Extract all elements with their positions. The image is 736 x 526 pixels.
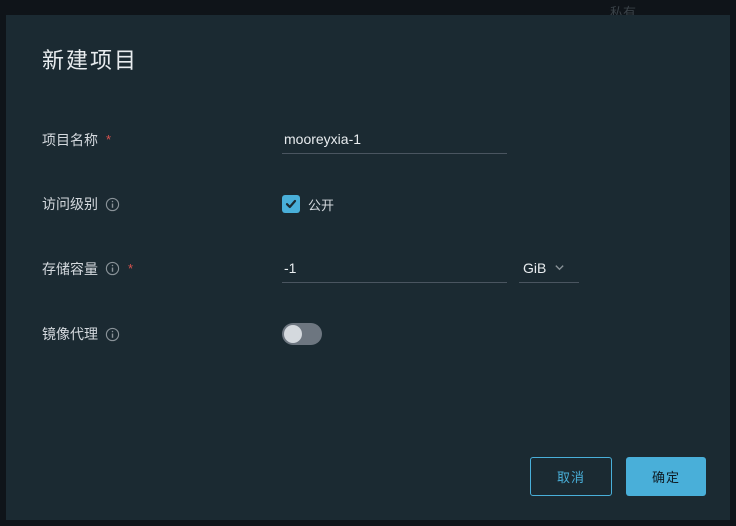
- storage-quota-input[interactable]: [282, 254, 507, 283]
- access-level-label: 访问级别: [42, 194, 282, 214]
- project-name-label-text: 项目名称: [42, 130, 98, 150]
- access-level-row: 访问级别 公开: [42, 194, 694, 214]
- info-icon[interactable]: [104, 261, 120, 277]
- required-mark-icon: *: [128, 261, 133, 276]
- project-name-row: 项目名称 *: [42, 125, 694, 154]
- cancel-button[interactable]: 取消: [530, 457, 612, 496]
- info-icon[interactable]: [104, 326, 120, 342]
- public-checkbox-label: 公开: [308, 195, 334, 214]
- mirror-proxy-row: 镜像代理: [42, 323, 694, 345]
- access-level-label-text: 访问级别: [42, 194, 98, 214]
- public-checkbox[interactable]: [282, 195, 300, 213]
- storage-quota-label: 存储容量 *: [42, 259, 282, 279]
- mirror-proxy-label: 镜像代理: [42, 324, 282, 344]
- chevron-down-icon: [554, 262, 565, 273]
- storage-quota-label-text: 存储容量: [42, 259, 98, 279]
- toggle-knob: [284, 325, 302, 343]
- modal-body: 项目名称 * 访问级别: [6, 85, 730, 439]
- storage-unit-label: GiB: [523, 260, 546, 276]
- storage-unit-select[interactable]: GiB: [519, 255, 579, 283]
- project-name-label: 项目名称 *: [42, 130, 282, 150]
- storage-quota-row: 存储容量 * GiB: [42, 254, 694, 283]
- modal-title: 新建项目: [42, 43, 694, 75]
- create-project-modal: 新建项目 项目名称 * 访问级别: [6, 15, 730, 520]
- public-checkbox-wrap: 公开: [282, 195, 334, 214]
- required-mark-icon: *: [106, 132, 111, 147]
- mirror-proxy-toggle[interactable]: [282, 323, 322, 345]
- project-name-input[interactable]: [282, 125, 507, 154]
- mirror-proxy-label-text: 镜像代理: [42, 324, 98, 344]
- info-icon[interactable]: [104, 196, 120, 212]
- modal-header: 新建项目: [6, 15, 730, 85]
- modal-footer: 取消 确定: [6, 439, 730, 520]
- confirm-button[interactable]: 确定: [626, 457, 706, 496]
